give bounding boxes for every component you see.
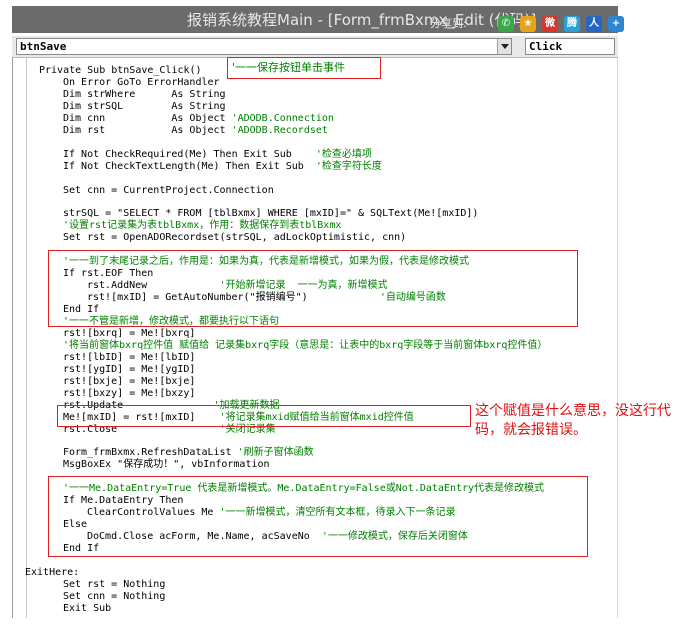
procedure-combo-value: Click: [529, 40, 563, 53]
code-line: On Error GoTo ErrorHandler: [63, 77, 220, 89]
code-line: Set rst = Nothing: [63, 579, 165, 591]
code-line: Dim rst As Object 'ADODB.Recordset: [63, 125, 328, 137]
code-text: rst![ygID] = Me![ygID]: [63, 363, 196, 375]
code-line: ExitHere:: [25, 567, 79, 579]
question-note: 这个赋值是什么意思，没这行代码，就会报错误。: [475, 403, 671, 438]
window-title: 报销系统教程Main - [Form_frmBxmx_Edit (代码)]: [187, 11, 537, 29]
code-line: Dim cnn As Object 'ADODB.Connection: [63, 113, 334, 125]
code-line: Set cnn = CurrentProject.Connection: [63, 185, 274, 197]
code-text: Set rst = OpenADORecordset(strSQL, adLoc…: [63, 232, 407, 244]
code-comment: '将当前窗体bxrq控件值 赋值给 记录集bxrq字段（意思是：让表中的bxrq…: [63, 339, 548, 351]
annotation-box-mxid-assign: [57, 405, 471, 427]
code-line: Private Sub btnSave_Click(): [39, 65, 202, 77]
code-text: On Error GoTo ErrorHandler: [63, 76, 220, 88]
code-text: Dim rst As Object: [63, 124, 232, 136]
code-comment: '设置rst记录集为表tblBxmx，作用：数据保存到表tblBxmx: [63, 220, 342, 232]
more-share-icon[interactable]: +: [608, 16, 624, 32]
margin-indicator-bar: [13, 58, 27, 618]
code-comment: 'ADODB.Recordset: [231, 124, 328, 136]
code-combo-bar: btnSave Click: [12, 36, 618, 58]
weibo-icon[interactable]: 微: [542, 16, 558, 32]
code-text: Exit Sub: [63, 602, 112, 614]
code-text: Dim strSQL As String: [63, 100, 226, 112]
code-line: rst![bxzy] = Me![bxzy]: [63, 388, 195, 400]
code-line: If Not CheckRequired(Me) Then Exit Sub '…: [63, 149, 372, 161]
code-line: rst![lbID] = Me![lbID]: [63, 352, 195, 364]
code-text: rst![bxje] = Me![bxje]: [63, 375, 196, 387]
annotation-click-event-text: '一一保存按钮单击事件: [232, 61, 346, 74]
renren-icon[interactable]: 人: [586, 16, 602, 32]
share-label: 分享到:: [430, 17, 467, 30]
code-line: Set rst = OpenADORecordset(strSQL, adLoc…: [63, 232, 406, 244]
code-text: Private Sub btnSave_Click(): [39, 65, 202, 76]
code-text: Set cnn = Nothing: [63, 590, 166, 602]
object-combo[interactable]: btnSave: [16, 38, 512, 55]
code-text: ExitHere:: [25, 566, 80, 578]
chevron-down-icon[interactable]: [497, 39, 511, 54]
qzone-icon[interactable]: ★: [520, 16, 536, 32]
code-comment: '检查必填项: [315, 148, 372, 160]
tencent-weibo-icon[interactable]: 腾: [564, 16, 580, 32]
code-text: rst![bxrq] = Me![bxrq]: [63, 327, 196, 339]
code-text: If Not CheckRequired(Me) Then Exit Sub: [63, 148, 316, 160]
annotation-box-eof-block: [48, 250, 578, 327]
code-line: Set cnn = Nothing: [63, 591, 165, 603]
code-text: rst![bxzy] = Me![bxzy]: [63, 387, 196, 399]
code-line: Exit Sub: [63, 603, 111, 615]
code-text: rst![lbID] = Me![lbID]: [63, 351, 196, 363]
code-line: If Not CheckTextLength(Me) Then Exit Sub…: [63, 161, 382, 173]
code-line: Dim strWhere As String: [63, 89, 226, 101]
annotation-box-dataentry-block: [48, 476, 588, 557]
code-line: '设置rst记录集为表tblBxmx，作用：数据保存到表tblBxmx: [63, 220, 341, 232]
code-line: rst![bxje] = Me![bxje]: [63, 376, 195, 388]
code-line: strSQL = "SELECT * FROM [tblBxmx] WHERE …: [63, 208, 478, 220]
code-text: Set cnn = CurrentProject.Connection: [63, 184, 274, 196]
title-bar: 报销系统教程Main - [Form_frmBxmx_Edit (代码)] 分享…: [12, 6, 624, 33]
code-line: Form_frmBxmx.RefreshDataList '刷新子窗体函数: [63, 447, 314, 459]
code-text: Set rst = Nothing: [63, 578, 166, 590]
code-line: rst![ygID] = Me![ygID]: [63, 364, 195, 376]
code-text: Dim cnn As Object: [63, 112, 232, 124]
code-line: MsgBoxEx "保存成功！", vbInformation: [63, 459, 270, 471]
code-line: rst![bxrq] = Me![bxrq]: [63, 328, 195, 340]
code-comment: 'ADODB.Connection: [231, 112, 334, 124]
code-text: strSQL = "SELECT * FROM [tblBxmx] WHERE …: [63, 208, 479, 220]
code-text: MsgBoxEx "保存成功！", vbInformation: [63, 459, 270, 471]
code-comment: '检查字符长度: [315, 160, 382, 172]
code-line: Dim strSQL As String: [63, 101, 226, 113]
code-line: '将当前窗体bxrq控件值 赋值给 记录集bxrq字段（意思是：让表中的bxrq…: [63, 340, 547, 352]
code-text: Form_frmBxmx.RefreshDataList: [63, 447, 238, 459]
vba-editor-window: 报销系统教程Main - [Form_frmBxmx_Edit (代码)] 分享…: [0, 0, 695, 630]
object-combo-value: btnSave: [20, 40, 67, 53]
code-comment: '刷新子窗体函数: [237, 447, 314, 459]
code-text: Dim strWhere As String: [63, 88, 226, 100]
code-text: If Not CheckTextLength(Me) Then Exit Sub: [63, 160, 316, 172]
wechat-icon[interactable]: ✆: [498, 16, 514, 32]
procedure-combo[interactable]: Click: [525, 38, 615, 55]
